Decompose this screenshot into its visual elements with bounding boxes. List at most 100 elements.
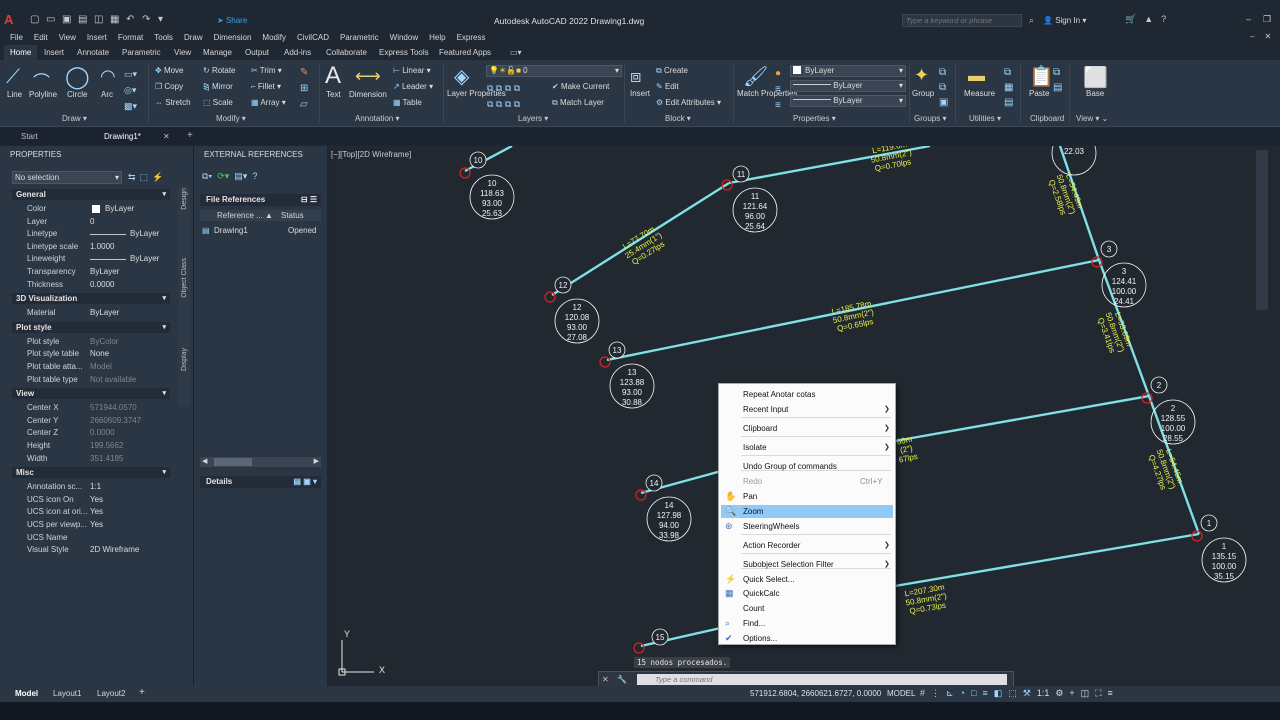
customize-menu-icon[interactable]: ≡ [1108,688,1113,699]
property-row[interactable]: Center Z 0.0000 [12,427,170,439]
arc-icon[interactable]: ◠ [100,66,116,87]
menu-item-undo-group-of-commands[interactable]: Undo Group of commands [721,460,893,473]
tab-featured-apps[interactable]: Featured Apps [439,45,491,60]
selection-cycling-icon[interactable]: ⬚ [1008,688,1017,699]
search-icon[interactable]: ⌕ [1029,15,1034,26]
base-view-icon[interactable]: ⬜ [1083,65,1108,90]
print-icon[interactable]: ▦ [110,14,121,25]
tab-manage[interactable]: Manage [203,45,232,60]
menu-item-view[interactable]: View [59,33,76,42]
viewport-navigation-bar[interactable] [1256,150,1268,310]
insert-button[interactable]: Insert [630,89,650,98]
tab-add-ins[interactable]: Add-ins [284,45,311,60]
dimension-icon[interactable]: ⟷ [355,66,381,87]
property-row[interactable]: Thickness 0.0000 [12,279,170,291]
copy-button[interactable]: ❐ Copy [155,82,183,91]
property-row[interactable]: Linetype scale 1.0000 [12,241,170,253]
toggle-pickadd-icon[interactable]: ⇆ [128,172,136,183]
chevron-down-icon[interactable]: ▾ [162,467,166,478]
settings-icon[interactable]: ⚙ [1055,688,1063,699]
measure-icon[interactable]: ▬ [968,66,985,86]
text-button[interactable]: Text [326,90,341,99]
match-properties-button[interactable]: Match Properties [737,89,797,99]
coordinates-readout[interactable]: 571912.6804, 2660621.6727, 0.0000 [750,689,881,698]
menu-item-format[interactable]: Format [118,33,143,42]
menu-item-find[interactable]: ⌕ Find... [721,617,893,630]
fillet-button[interactable]: ⌐ Fillet ▾ [251,82,281,91]
draw-small-tools-icon[interactable]: ▭▾ ◎▾ ▩▾ [124,66,137,114]
add-icon[interactable]: + [1069,688,1074,699]
selection-dropdown[interactable]: No selection ▾ [12,171,122,184]
command-input[interactable] [637,674,1007,685]
tab-view[interactable]: View [174,45,191,60]
close-command-line-icon[interactable]: ✕ [602,675,609,684]
tab-parametric[interactable]: Parametric [122,45,161,60]
array-button[interactable]: ▦ Array ▾ [251,98,286,107]
menu-item-tools[interactable]: Tools [154,33,173,42]
circle-icon[interactable]: ◯ [65,64,90,90]
chevron-down-icon[interactable]: ▾ [162,322,166,333]
menu-item-parametric[interactable]: Parametric [340,33,379,42]
groups-panel-title[interactable]: Groups ▾ [914,114,946,123]
menu-item-dimension[interactable]: Dimension [214,33,252,42]
details-view-icon[interactable]: ▤ ▣ ▾ [293,476,317,488]
edit-attributes-button[interactable]: ⚙ Edit Attributes ▾ [656,98,721,107]
line-icon[interactable]: ⟋ [6,66,20,89]
layer-tools-icons[interactable]: ⧉ ⧉ ⧉ ⧉ ⧉ ⧉ ⧉ ⧉ [487,80,520,112]
block-panel-title[interactable]: Block ▾ [665,114,691,123]
properties-small-icons[interactable]: ● ≡ ≡ [775,66,781,114]
sign-in-button[interactable]: 👤 Sign In ▾ [1043,16,1086,25]
menu-item-modify[interactable]: Modify [262,33,286,42]
ortho-icon[interactable]: ⊾ [946,688,954,699]
minimize-icon[interactable]: – [1246,14,1251,25]
menu-item-insert[interactable]: Insert [87,33,107,42]
property-row[interactable]: Visual Style 2D Wireframe [12,544,170,556]
side-tab-object-class[interactable]: Object Class [181,258,188,298]
isolate-icon[interactable]: ◫ [1081,688,1090,699]
property-row[interactable]: Transparency ByLayer [12,266,170,278]
polar-icon[interactable]: ◔ [960,688,965,699]
quick-select-icon[interactable]: ⚡ [152,172,163,183]
help-icon[interactable]: ? [1161,14,1166,25]
clipboard-panel-title[interactable]: Clipboard [1030,114,1064,123]
line-button[interactable]: Line [7,90,22,99]
tab-output[interactable]: Output [245,45,269,60]
horizontal-scrollbar[interactable]: ◀ ▶ [200,457,321,467]
property-row[interactable]: UCS icon at ori... Yes [12,506,170,518]
autocad-logo-icon[interactable]: A [4,12,14,27]
section-view[interactable]: View ▾ [12,388,170,400]
details-header[interactable]: Details ▤ ▣ ▾ [200,476,321,488]
menu-item-repeat-anotar-cotas[interactable]: Repeat Anotar cotas [721,388,893,401]
tab-annotate[interactable]: Annotate [77,45,109,60]
col-status[interactable]: Status [281,211,304,220]
menu-item-pan[interactable]: ✋ Pan [721,490,893,503]
model-space-toggle[interactable]: MODEL [887,689,915,698]
lineweight-dropdown[interactable]: ByLayer ▾ [790,95,906,107]
modify-panel-title[interactable]: Modify ▾ [216,114,246,123]
property-row[interactable]: Linetype ByLayer [12,228,170,240]
doc-minimize-icon[interactable]: – [1250,32,1254,41]
table-button[interactable]: ▦ Table [393,98,422,107]
menu-item-civilcad[interactable]: CivilCAD [297,33,329,42]
leader-button[interactable]: ↗ Leader ▾ [393,82,433,91]
menu-item-quick-select[interactable]: ⚡ Quick Select... [721,573,893,586]
grid-icon[interactable]: # [920,688,925,699]
menu-item-clipboard[interactable]: Clipboard ❯ [721,422,893,435]
property-row[interactable]: Layer 0 [12,216,170,228]
list-view-icon[interactable]: ⊟ ☰ [301,194,317,206]
group-icon[interactable]: ✦ [914,65,929,86]
chevron-down-icon[interactable]: ▾ [162,388,166,399]
group-tools-icons[interactable]: ⧉ ⧉ ▣ [939,65,948,110]
layer-dropdown[interactable]: 💡☀🔓■ 0 ▾ [486,65,622,77]
property-row[interactable]: Center X 571944.0570 [12,402,170,414]
menu-item-window[interactable]: Window [390,33,418,42]
match-properties-icon[interactable]: 🖌 [743,64,768,89]
property-row[interactable]: Plot style table None [12,348,170,360]
create-block-button[interactable]: ⧉ Create [656,66,688,76]
tab-express-tools[interactable]: Express Tools [379,45,429,60]
menu-item-quickcalc[interactable]: ▦ QuickCalc [721,587,893,600]
menu-item-express[interactable]: Express [457,33,486,42]
menu-item-subobject-selection-filter[interactable]: Subobject Selection Filter ❯ [721,558,893,571]
menu-item-zoom[interactable]: 🔍 Zoom [721,505,893,518]
menu-item-redo[interactable]: Redo Ctrl+Y [721,475,893,488]
